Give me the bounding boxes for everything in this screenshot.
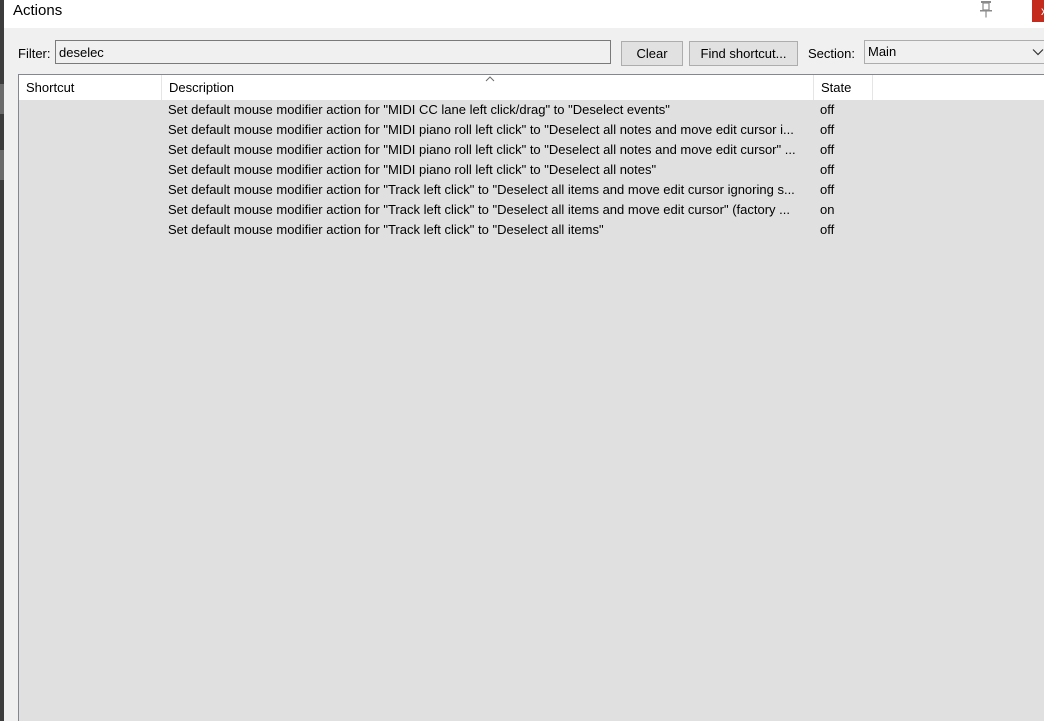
find-shortcut-button[interactable]: Find shortcut... (689, 41, 798, 66)
table-row[interactable]: Set default mouse modifier action for "T… (19, 220, 1044, 240)
filter-input[interactable] (55, 40, 611, 64)
description-cell: Set default mouse modifier action for "T… (168, 222, 604, 237)
state-cell: on (820, 202, 835, 217)
column-header-shortcut[interactable]: Shortcut (19, 75, 162, 100)
section-select[interactable]: Main (864, 40, 1044, 64)
window-title: Actions (13, 2, 63, 19)
clear-button[interactable]: Clear (621, 41, 683, 66)
table-row[interactable]: Set default mouse modifier action for "M… (19, 160, 1044, 180)
list-rows: Set default mouse modifier action for "M… (19, 100, 1044, 240)
filter-toolbar: Filter: Clear Find shortcut... Section: … (4, 28, 1044, 74)
shortcut-cell (26, 100, 161, 120)
filter-label: Filter: (18, 46, 51, 61)
state-cell: off (820, 162, 835, 177)
state-cell: off (820, 142, 835, 157)
shortcut-cell (26, 200, 161, 220)
description-cell: Set default mouse modifier action for "T… (168, 182, 795, 197)
edge-marker (0, 84, 4, 114)
shortcut-cell (26, 220, 161, 240)
table-row[interactable]: Set default mouse modifier action for "T… (19, 200, 1044, 220)
shortcut-cell (26, 140, 161, 160)
state-cell: off (820, 182, 835, 197)
shortcut-cell (26, 160, 161, 180)
description-cell: Set default mouse modifier action for "M… (168, 142, 796, 157)
pin-icon[interactable] (977, 0, 995, 19)
table-row[interactable]: Set default mouse modifier action for "M… (19, 140, 1044, 160)
shortcut-cell (26, 120, 161, 140)
state-cell: off (820, 102, 835, 117)
description-cell: Set default mouse modifier action for "M… (168, 162, 657, 177)
table-row[interactable]: Set default mouse modifier action for "M… (19, 120, 1044, 140)
section-label: Section: (808, 46, 855, 61)
close-button[interactable]: x (1032, 0, 1044, 22)
list-header: Shortcut Description State (19, 75, 1044, 100)
table-row[interactable]: Set default mouse modifier action for "T… (19, 180, 1044, 200)
state-cell: off (820, 122, 835, 137)
sort-arrow-icon (485, 76, 495, 82)
column-header-state[interactable]: State (814, 75, 873, 100)
description-cell: Set default mouse modifier action for "T… (168, 202, 790, 217)
state-cell: off (820, 222, 835, 237)
shortcut-cell (26, 180, 161, 200)
left-window-edge (0, 0, 4, 721)
edge-marker (0, 150, 4, 180)
title-bar: Actions x (4, 0, 1044, 28)
table-row[interactable]: Set default mouse modifier action for "M… (19, 100, 1044, 120)
actions-list[interactable]: Shortcut Description State Set default m… (18, 74, 1044, 721)
description-cell: Set default mouse modifier action for "M… (168, 102, 670, 117)
chevron-down-icon (1032, 49, 1044, 56)
section-select-value: Main (868, 44, 897, 59)
description-cell: Set default mouse modifier action for "M… (168, 122, 794, 137)
